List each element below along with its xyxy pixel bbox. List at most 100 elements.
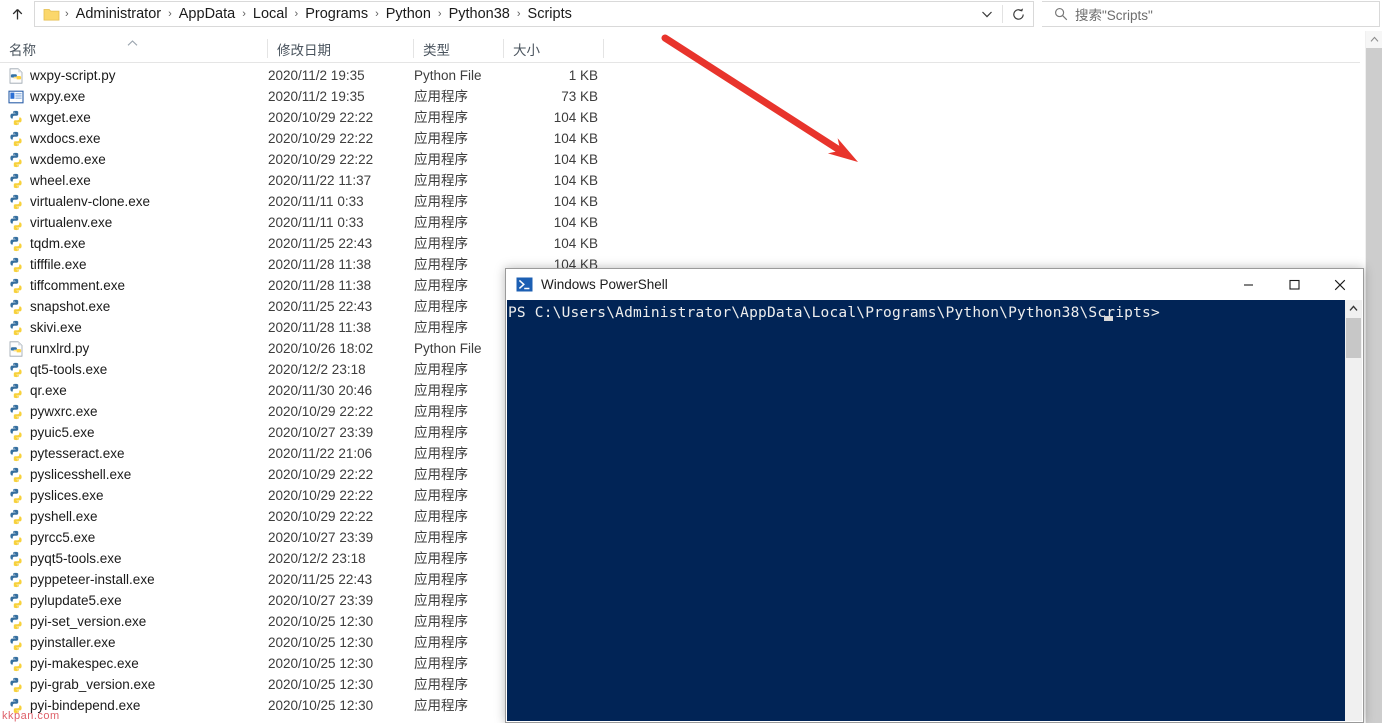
file-type: Python File	[414, 341, 482, 356]
column-divider[interactable]	[603, 39, 604, 58]
file-row[interactable]: wxdocs.exe 2020/10/29 22:22 应用程序 104 KB	[0, 128, 1360, 149]
file-size: 104 KB	[553, 152, 598, 167]
file-type: 应用程序	[414, 614, 468, 629]
file-icon-wrap	[8, 446, 24, 462]
python-exe-icon	[10, 677, 22, 693]
file-type: 应用程序	[414, 425, 468, 440]
file-name: pyrcc5.exe	[30, 530, 96, 545]
file-icon-wrap	[8, 677, 24, 693]
file-type: 应用程序	[414, 278, 468, 293]
powershell-title: Windows PowerShell	[541, 277, 668, 292]
file-date-modified: 2020/12/2 23:18	[268, 551, 366, 566]
powershell-scrollbar[interactable]	[1345, 300, 1362, 721]
file-name: virtualenv-clone.exe	[30, 194, 151, 209]
python-exe-icon	[10, 362, 22, 378]
file-type: 应用程序	[414, 698, 468, 713]
file-type: 应用程序	[414, 530, 468, 545]
file-type: 应用程序	[414, 677, 468, 692]
file-row[interactable]: wxdemo.exe 2020/10/29 22:22 应用程序 104 KB	[0, 149, 1360, 170]
file-name: pyi-makespec.exe	[30, 656, 139, 671]
scrollbar-thumb[interactable]	[1346, 318, 1361, 358]
breadcrumb-item-local[interactable]: Local	[247, 2, 294, 26]
breadcrumb-item-python[interactable]: Python	[380, 2, 437, 26]
breadcrumb-item-python38[interactable]: Python38	[443, 2, 516, 26]
file-row[interactable]: tqdm.exe 2020/11/25 22:43 应用程序 104 KB	[0, 233, 1360, 254]
sort-chevron-up-icon	[127, 40, 138, 46]
python-exe-icon	[10, 257, 22, 273]
file-date-modified: 2020/11/11 0:33	[268, 215, 364, 230]
file-type: 应用程序	[414, 236, 468, 251]
explorer-scrollbar[interactable]	[1365, 31, 1382, 723]
python-file-icon	[9, 68, 23, 84]
file-icon-wrap	[8, 383, 24, 399]
powershell-prompt-text: PS C:\Users\Administrator\AppData\Local\…	[508, 305, 1160, 321]
file-name: pywxrc.exe	[30, 404, 98, 419]
address-bar[interactable]: › Administrator › AppData › Local › Prog…	[34, 1, 1034, 27]
refresh-button[interactable]	[1003, 2, 1033, 26]
file-name: pyslicesshell.exe	[30, 467, 132, 482]
breadcrumb-item-administrator[interactable]: Administrator	[70, 2, 167, 26]
file-size: 104 KB	[553, 110, 598, 125]
python-exe-icon	[10, 404, 22, 420]
file-date-modified: 2020/11/28 11:38	[268, 320, 372, 335]
close-button[interactable]	[1317, 269, 1363, 300]
python-exe-icon	[10, 530, 22, 546]
file-icon-wrap	[8, 131, 24, 147]
file-name: wxpy.exe	[30, 89, 86, 104]
powershell-window[interactable]: Windows PowerShell PS C:\Users\Administr…	[505, 268, 1364, 723]
file-date-modified: 2020/10/29 22:22	[268, 131, 374, 146]
file-type: 应用程序	[414, 194, 468, 209]
file-date-modified: 2020/10/29 22:22	[268, 110, 374, 125]
up-one-level-button[interactable]	[0, 1, 34, 27]
watermark: kkpan.com	[2, 710, 60, 722]
file-type: 应用程序	[414, 635, 468, 650]
file-icon-wrap	[8, 89, 24, 105]
file-icon-wrap	[8, 194, 24, 210]
file-date-modified: 2020/12/2 23:18	[268, 362, 366, 377]
folder-icon	[43, 7, 60, 22]
minimize-button[interactable]	[1225, 269, 1271, 300]
breadcrumb-item-programs[interactable]: Programs	[299, 2, 374, 26]
python-exe-icon	[10, 509, 22, 525]
breadcrumb-item-scripts[interactable]: Scripts	[522, 2, 578, 26]
file-row[interactable]: wxpy.exe 2020/11/2 19:35 应用程序 73 KB	[0, 86, 1360, 107]
file-name: snapshot.exe	[30, 299, 111, 314]
scrollbar-up-button[interactable]	[1345, 300, 1362, 317]
python-exe-icon	[10, 215, 22, 231]
scrollbar-up-button[interactable]	[1366, 31, 1382, 48]
file-type: 应用程序	[414, 299, 468, 314]
file-row[interactable]: virtualenv.exe 2020/11/11 0:33 应用程序 104 KB	[0, 212, 1360, 233]
address-history-dropdown-button[interactable]	[972, 2, 1002, 26]
search-box[interactable]: 搜索"Scripts"	[1042, 1, 1380, 27]
file-name: pyppeteer-install.exe	[30, 572, 155, 587]
file-row[interactable]: virtualenv-clone.exe 2020/11/11 0:33 应用程序 1…	[0, 191, 1360, 212]
file-size: 1 KB	[568, 68, 598, 83]
file-date-modified: 2020/10/25 12:30	[268, 677, 374, 692]
scroll-up-arrow-icon	[1370, 36, 1379, 42]
file-icon-wrap	[8, 341, 24, 357]
file-icon-wrap	[8, 257, 24, 273]
file-name: pyshell.exe	[30, 509, 98, 524]
file-date-modified: 2020/10/25 12:30	[268, 698, 374, 713]
file-name: tifffile.exe	[30, 257, 87, 272]
file-name: wxdocs.exe	[30, 131, 101, 146]
python-exe-icon	[10, 488, 22, 504]
file-icon-wrap	[8, 320, 24, 336]
text-cursor	[1104, 316, 1113, 321]
file-name: pyi-set_version.exe	[30, 614, 147, 629]
powershell-title-bar[interactable]: Windows PowerShell	[506, 269, 1363, 300]
column-header-date-modified[interactable]: 修改日期	[268, 34, 414, 63]
column-header-type[interactable]: 类型	[414, 34, 504, 63]
scrollbar-track[interactable]	[1366, 48, 1382, 723]
python-exe-icon	[10, 152, 22, 168]
python-exe-icon	[10, 593, 22, 609]
file-row[interactable]: wheel.exe 2020/11/22 11:37 应用程序 104 KB	[0, 170, 1360, 191]
file-date-modified: 2020/10/27 23:39	[268, 530, 374, 545]
powershell-icon	[516, 276, 533, 293]
maximize-button[interactable]	[1271, 269, 1317, 300]
file-row[interactable]: wxget.exe 2020/10/29 22:22 应用程序 104 KB	[0, 107, 1360, 128]
column-header-size[interactable]: 大小	[504, 34, 600, 63]
breadcrumb-item-appdata[interactable]: AppData	[173, 2, 241, 26]
powershell-console[interactable]: PS C:\Users\Administrator\AppData\Local\…	[507, 300, 1362, 721]
file-row[interactable]: wxpy-script.py 2020/11/2 19:35 Python File…	[0, 65, 1360, 86]
